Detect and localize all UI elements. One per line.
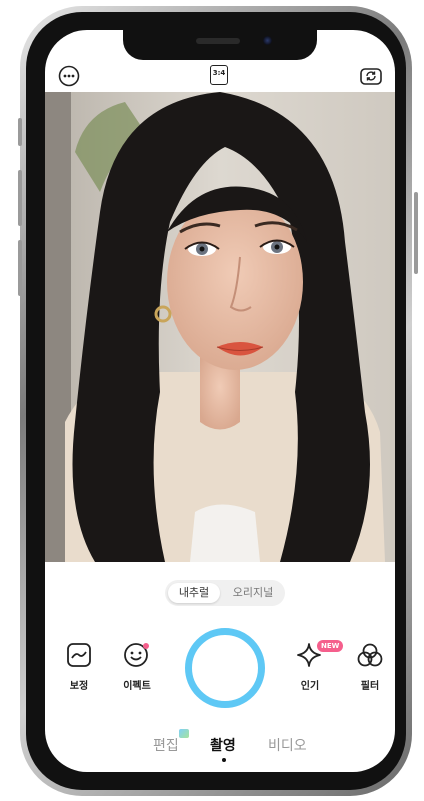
new-badge: NEW	[317, 640, 344, 652]
toggle-option-original[interactable]: 오리지널	[223, 583, 283, 603]
tool-effect[interactable]: 이펙트	[114, 642, 160, 692]
ellipsis-circle-icon[interactable]	[57, 64, 81, 88]
tool-retouch-label: 보정	[69, 681, 89, 692]
tool-popular-label: 인기	[300, 681, 320, 692]
tool-filter[interactable]: 필터	[347, 642, 393, 692]
volume-down-button	[18, 240, 22, 296]
tool-filter-label: 필터	[360, 681, 380, 692]
beauty-mode-toggle[interactable]: 내추럴 오리지널	[165, 580, 285, 606]
front-camera	[263, 36, 272, 45]
mode-tab-video[interactable]: 비디오	[268, 735, 307, 755]
retouch-icon	[67, 643, 91, 667]
toggle-option-natural[interactable]: 내추럴	[168, 583, 220, 603]
active-mode-indicator	[222, 758, 226, 762]
camera-preview[interactable]	[45, 92, 395, 562]
mode-tab-edit[interactable]: 편집	[153, 735, 179, 755]
earpiece-speaker	[196, 38, 240, 44]
smiley-effect-icon	[124, 643, 149, 667]
shutter-button[interactable]	[185, 628, 265, 708]
tool-effect-label: 이펙트	[123, 681, 151, 692]
mode-tab-capture[interactable]: 촬영	[210, 735, 236, 755]
ratio-label: 3:4	[212, 69, 226, 77]
filter-circles-icon	[357, 643, 383, 667]
power-button	[414, 192, 418, 274]
phone-screen: 3:4 내추럴 오리지널 보정 이펙트 인기 NEW 필터 편집 촬영 비디오	[45, 30, 395, 772]
notch	[123, 30, 317, 60]
gallery-thumbnail-icon	[179, 729, 189, 738]
volume-up-button	[18, 170, 22, 226]
mute-switch	[18, 118, 22, 146]
aspect-ratio-button[interactable]: 3:4	[210, 64, 232, 88]
camera-flip-icon[interactable]	[359, 64, 383, 88]
tool-retouch[interactable]: 보정	[56, 642, 102, 692]
top-bar: 3:4	[45, 60, 395, 92]
